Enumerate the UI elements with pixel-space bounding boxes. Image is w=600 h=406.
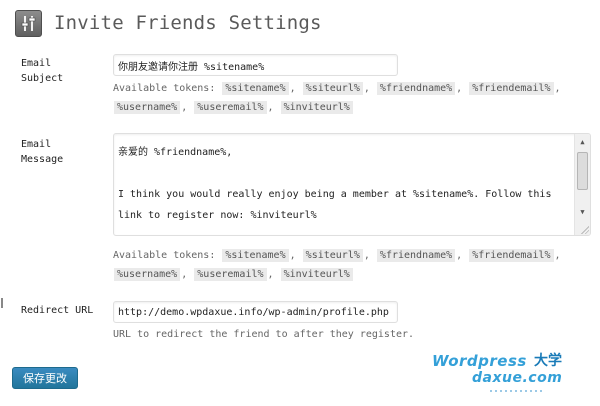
scroll-down-icon[interactable]: ▼	[575, 204, 590, 219]
watermark-logo: Wordpress 大学 daxue.com	[432, 352, 582, 396]
textarea-scrollbar[interactable]: ▲ ▼	[574, 134, 590, 235]
resize-handle-icon[interactable]	[581, 226, 589, 234]
redirect-url-input[interactable]	[113, 301, 398, 323]
token-sitename: %sitename%	[222, 249, 289, 262]
scroll-up-icon[interactable]: ▲	[575, 134, 590, 149]
page-header: Invite Friends Settings	[15, 8, 322, 38]
edge-marker	[1, 298, 3, 308]
token-useremail: %useremail%	[194, 101, 267, 114]
redirect-url-label: Redirect URL	[21, 305, 94, 316]
scroll-thumb[interactable]	[577, 152, 588, 190]
email-message-textarea[interactable]: 亲爱的 %friendname%, I think you would real…	[113, 133, 591, 236]
token-friendname: %friendname%	[376, 82, 456, 95]
email-message-text[interactable]: 亲爱的 %friendname%, I think you would real…	[118, 142, 570, 226]
token-useremail: %useremail%	[194, 268, 267, 281]
token-friendemail: %friendemail%	[469, 249, 554, 262]
token-friendname: %friendname%	[376, 249, 456, 262]
watermark-badge: 大学	[534, 353, 562, 369]
page-title: Invite Friends Settings	[54, 12, 322, 34]
settings-sliders-icon	[15, 9, 42, 37]
token-friendemail: %friendemail%	[469, 82, 554, 95]
email-subject-label: Email Subject	[21, 58, 64, 84]
token-username: %username%	[114, 268, 181, 281]
redirect-url-hint: URL to redirect the friend to after they…	[113, 329, 415, 340]
email-message-tokens: Available tokens: %sitename%, %siteurl%,…	[113, 249, 561, 281]
token-username: %username%	[114, 101, 181, 114]
email-subject-input[interactable]	[113, 54, 398, 76]
save-changes-button[interactable]: 保存更改	[12, 367, 78, 389]
token-inviteurl: %inviteurl%	[280, 101, 353, 114]
token-inviteurl: %inviteurl%	[280, 268, 353, 281]
email-subject-tokens: Available tokens: %sitename%, %siteurl%,…	[113, 82, 561, 114]
email-message-label: Email Message	[21, 139, 64, 165]
token-sitename: %sitename%	[222, 82, 289, 95]
watermark-line1: Wordpress	[432, 352, 527, 370]
tokens-prefix: Available tokens:	[113, 250, 216, 261]
tokens-prefix: Available tokens:	[113, 83, 216, 94]
token-siteurl: %siteurl%	[302, 249, 363, 262]
token-siteurl: %siteurl%	[302, 82, 363, 95]
watermark-line2: daxue.com	[472, 370, 563, 386]
watermark-dots	[490, 390, 545, 392]
